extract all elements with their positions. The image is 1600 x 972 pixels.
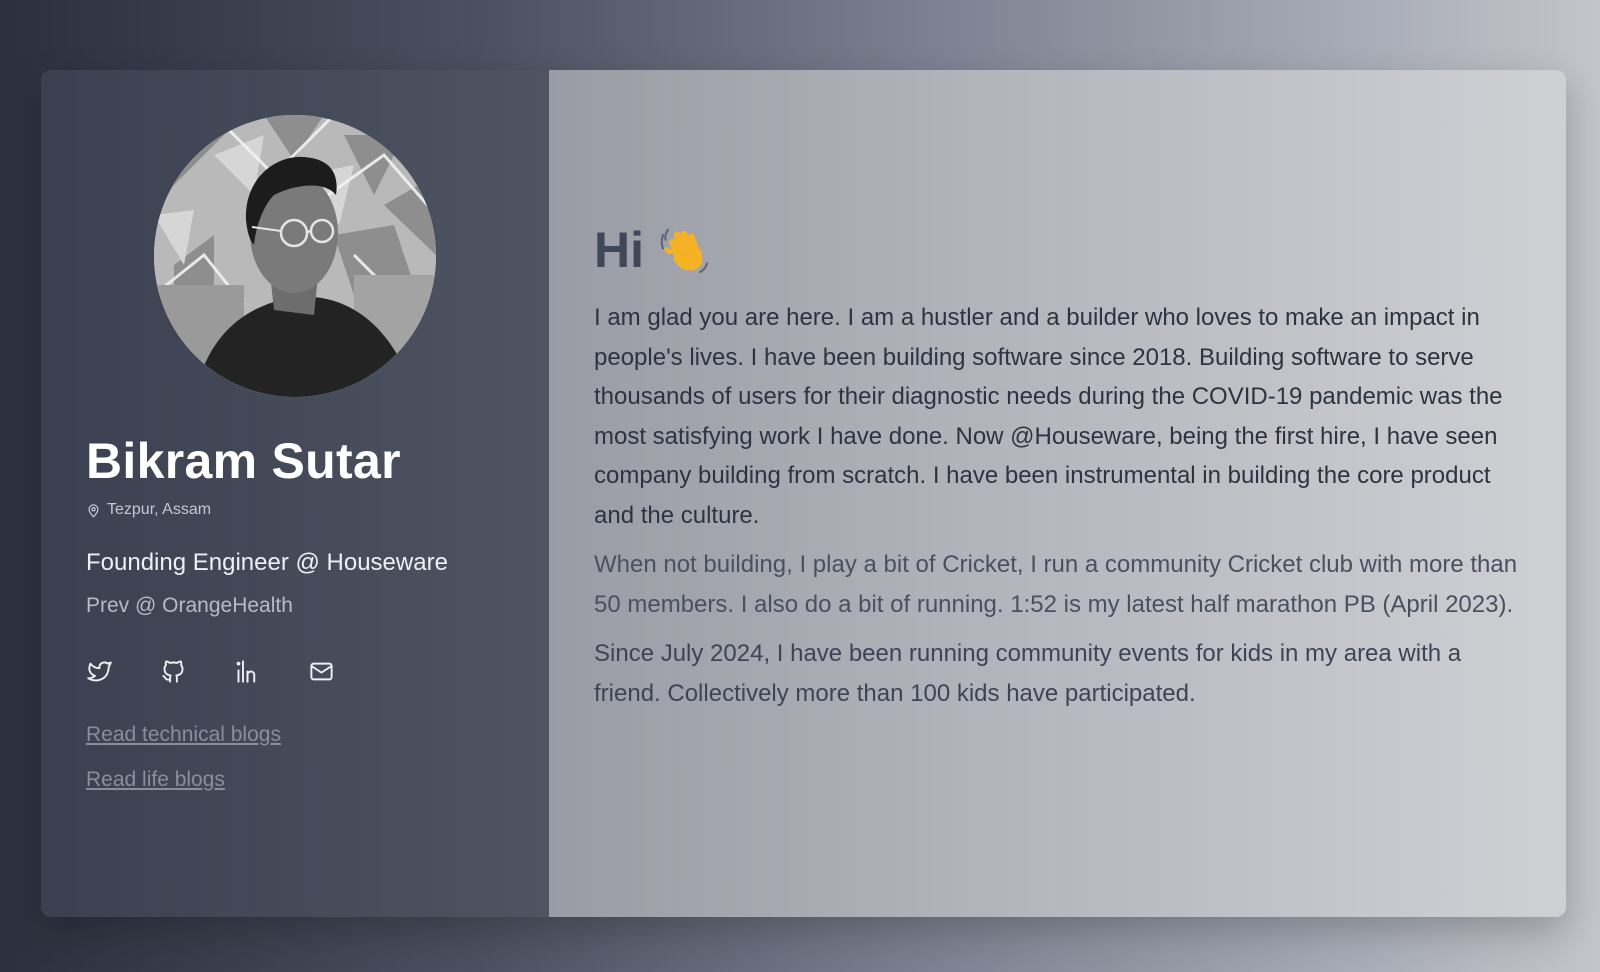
about-paragraph-community: Since July 2024, I have been running com…	[594, 640, 1462, 707]
current-role: Founding Engineer @ Houseware	[86, 549, 448, 576]
greeting-text: Hi	[594, 222, 644, 278]
social-links	[86, 658, 335, 685]
github-icon	[162, 660, 184, 683]
profile-card: Bikram Sutar Tezpur, Assam Founding Engi…	[41, 70, 1566, 917]
email-link[interactable]	[308, 658, 335, 685]
profile-location: Tezpur, Assam	[86, 501, 211, 519]
profile-sidebar: Bikram Sutar Tezpur, Assam Founding Engi…	[41, 70, 549, 917]
mail-icon	[310, 662, 333, 681]
profile-name: Bikram Sutar	[86, 433, 401, 489]
linkedin-icon	[236, 660, 256, 683]
about-paragraph-intro: I am glad you are here. I am a hustler a…	[594, 304, 1503, 529]
life-blogs-link[interactable]: Read life blogs	[86, 768, 225, 792]
github-link[interactable]	[160, 658, 187, 685]
about-panel: Hi I am glad you are here. I am a hustle…	[549, 70, 1566, 917]
about-paragraph-hobbies: When not building, I play a bit of Crick…	[594, 551, 1518, 618]
map-pin-icon	[88, 503, 99, 517]
linkedin-link[interactable]	[234, 658, 261, 685]
about-content: Hi I am glad you are here. I am a hustle…	[594, 222, 1519, 723]
twitter-icon	[87, 661, 112, 682]
greeting-heading: Hi	[594, 222, 1519, 278]
technical-blogs-link[interactable]: Read technical blogs	[86, 723, 281, 747]
waving-hand-icon	[660, 228, 708, 273]
location-text: Tezpur, Assam	[107, 501, 212, 518]
profile-avatar	[154, 115, 436, 397]
previous-role: Prev @ OrangeHealth	[86, 594, 293, 617]
avatar-photo	[154, 115, 436, 397]
twitter-link[interactable]	[86, 658, 113, 685]
